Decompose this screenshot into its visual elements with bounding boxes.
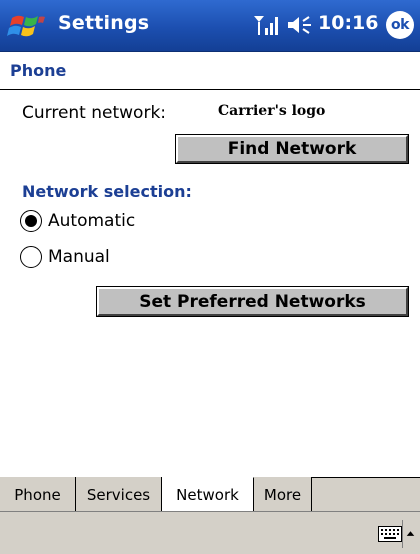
radio-manual[interactable]: Manual: [20, 244, 110, 270]
windows-start-flag-icon[interactable]: [6, 8, 48, 44]
radio-automatic-label: Automatic: [48, 211, 136, 231]
radio-button-unselected[interactable]: [20, 246, 42, 268]
ok-button-label: ok: [391, 16, 409, 33]
ok-button[interactable]: ok: [386, 11, 414, 39]
radio-button-selected[interactable]: [20, 210, 42, 232]
carrier-logo: Carrier's logo: [218, 103, 326, 119]
signal-strength-icon[interactable]: [253, 14, 281, 36]
tab-network[interactable]: Network: [162, 477, 254, 512]
keyboard-icon[interactable]: [378, 526, 402, 542]
title-bar: Settings 10:16 ok: [0, 0, 420, 52]
tab-phone[interactable]: Phone: [0, 477, 76, 512]
clock[interactable]: 10:16: [318, 12, 378, 34]
tab-more[interactable]: More: [254, 477, 312, 512]
network-selection-heading: Network selection:: [22, 182, 192, 201]
page-title: Phone: [10, 61, 67, 80]
find-network-button[interactable]: Find Network: [175, 134, 409, 164]
set-preferred-networks-button[interactable]: Set Preferred Networks: [96, 286, 409, 317]
radio-dot: [25, 215, 37, 227]
radio-automatic[interactable]: Automatic: [20, 208, 135, 234]
tab-strip: Phone Services Network More: [0, 477, 420, 512]
menu-bar: [0, 511, 420, 554]
tab-services[interactable]: Services: [76, 477, 162, 512]
window-title: Settings: [58, 12, 150, 34]
page-header: Phone: [0, 52, 420, 90]
sip-arrow-icon[interactable]: [402, 520, 418, 548]
speaker-volume-icon[interactable]: [287, 14, 313, 36]
radio-manual-label: Manual: [48, 247, 110, 267]
current-network-label: Current network:: [22, 103, 167, 123]
